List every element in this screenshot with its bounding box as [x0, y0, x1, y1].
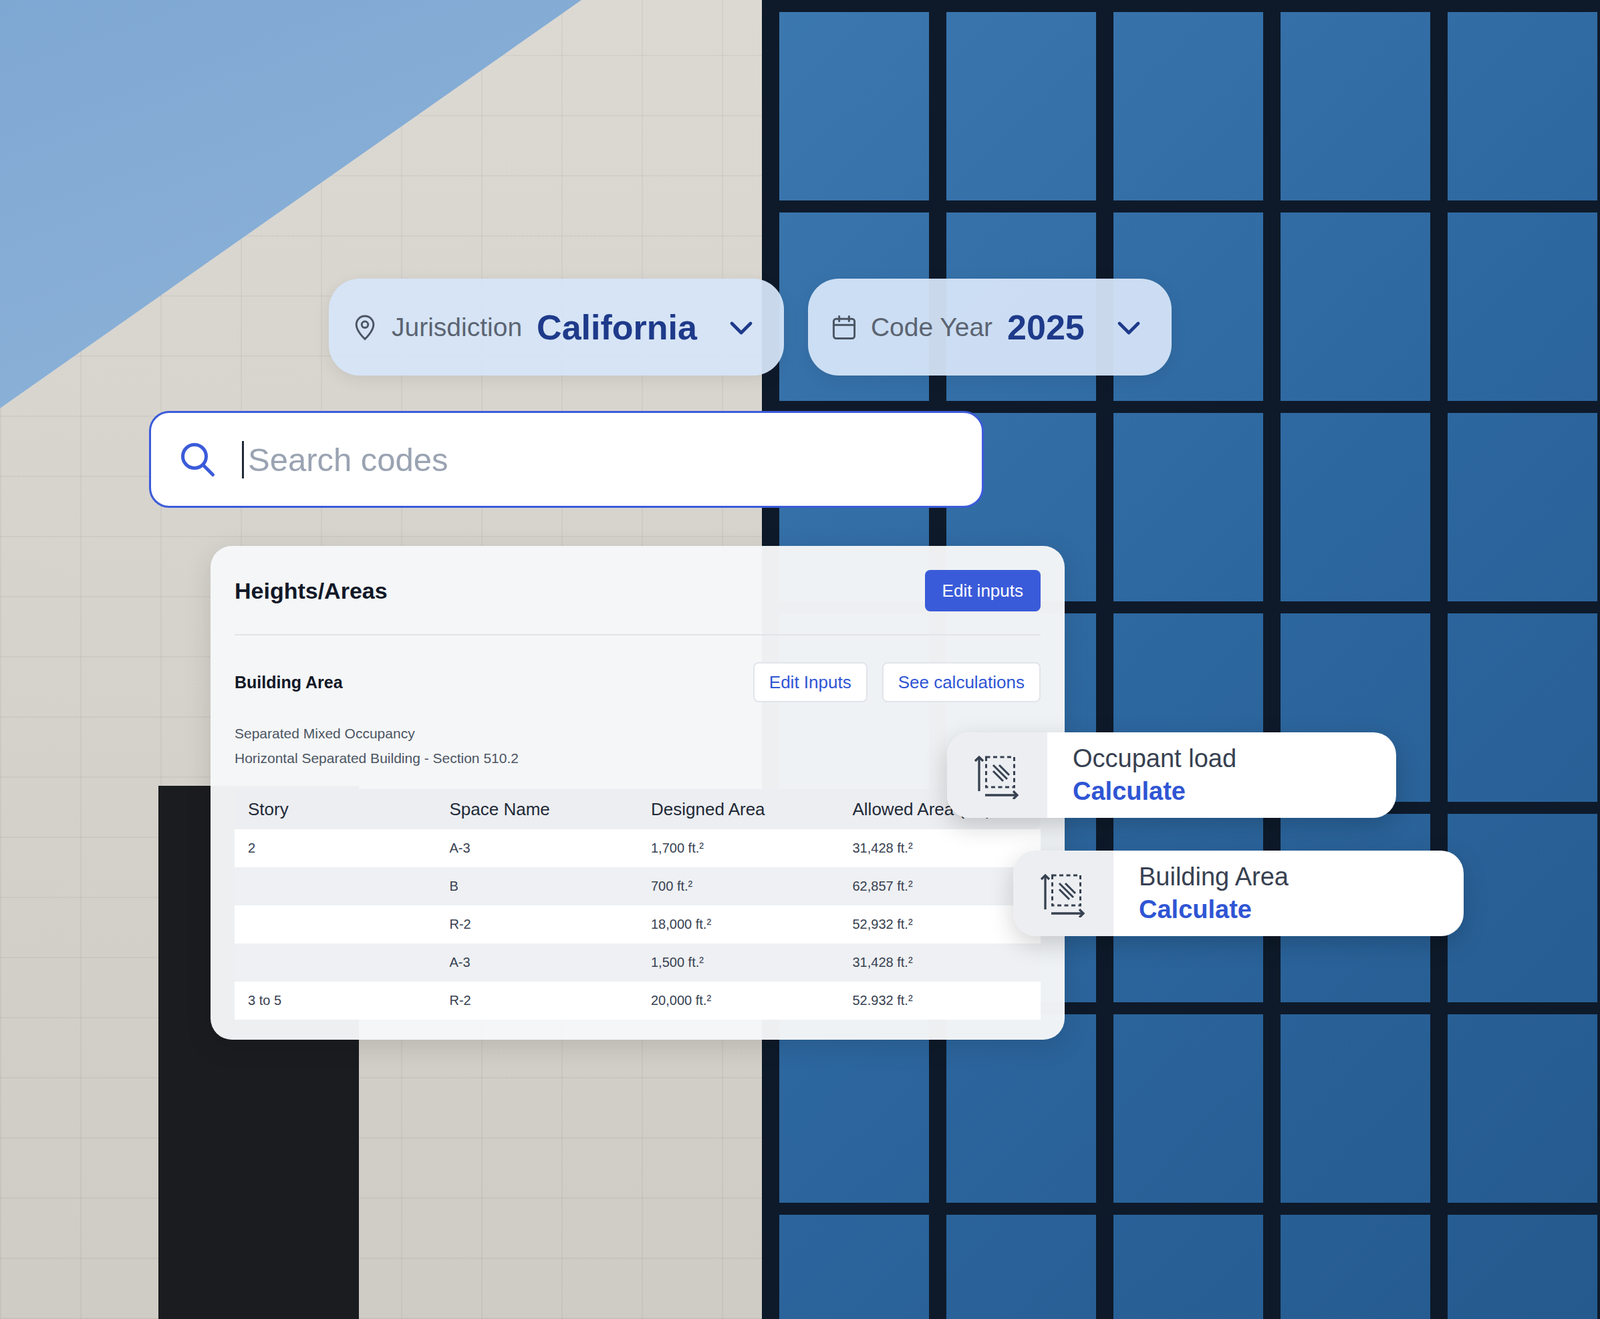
space-cell: A-3 — [436, 955, 639, 971]
section-actions: Edit Inputs See calculations — [753, 662, 1041, 703]
filter-value: 2025 — [1007, 307, 1085, 348]
designed-area-cell: 1,500 ft.² — [637, 955, 840, 971]
column-header: Space Name — [436, 799, 639, 821]
column-header: Story — [234, 799, 437, 821]
location-pin-icon — [350, 312, 380, 343]
calculator-icon-box — [1013, 850, 1114, 937]
filter-label: Code Year — [870, 312, 993, 343]
story-cell: 3 to 5 — [234, 993, 437, 1009]
designed-area-cell: 700 ft.² — [637, 878, 840, 895]
magnifier-icon — [177, 439, 218, 480]
note-line: Separated Mixed Occupancy — [234, 721, 1041, 746]
chevron-down-icon — [725, 311, 758, 344]
calculator-title: Building Area — [1138, 860, 1289, 894]
column-header: Designed Area — [637, 799, 840, 821]
space-cell: R-2 — [436, 993, 639, 1009]
section-button[interactable]: See calculations — [882, 662, 1041, 703]
calculator-text: Building AreaCalculate — [1113, 850, 1314, 937]
calculate-link[interactable]: Calculate — [1138, 893, 1289, 927]
panel-title: Heights/Areas — [234, 578, 388, 605]
allowed-area-cell: 31,428 ft.² — [839, 840, 1042, 857]
space-cell: B — [436, 878, 639, 895]
calculate-link[interactable]: Calculate — [1072, 775, 1237, 809]
section-header: Building Area Edit Inputs See calculations — [234, 662, 1041, 703]
edit-inputs-button[interactable]: Edit inputs — [924, 570, 1041, 612]
table-row: 3 to 5R-220,000 ft.²52.932 ft.² — [234, 981, 1041, 1020]
allowed-area-cell: 31,428 ft.² — [839, 955, 1042, 971]
area-measure-icon — [973, 751, 1022, 800]
calculator-icon-box — [947, 732, 1048, 819]
calculator-text: Occupant loadCalculate — [1047, 732, 1262, 819]
filter-dropdown[interactable]: Jurisdiction California — [328, 278, 784, 376]
allowed-area-cell: 52.932 ft.² — [839, 993, 1042, 1009]
table-header: StorySpace NameDesigned AreaAllowed Area… — [234, 789, 1041, 830]
allowed-area-cell: 62,857 ft.² — [839, 878, 1042, 895]
filter-label: Jurisdiction — [391, 312, 522, 343]
divider — [234, 634, 1041, 636]
page: Jurisdiction California Code Year 2025 Searc… — [0, 0, 1600, 1319]
calendar-icon — [829, 312, 859, 343]
area-measure-icon — [1039, 869, 1088, 918]
text-caret — [241, 441, 244, 479]
space-cell: R-2 — [436, 916, 639, 933]
filter-dropdown[interactable]: Code Year 2025 — [808, 278, 1172, 376]
note-line: Horizontal Separated Building - Section … — [234, 745, 1041, 771]
heights-areas-panel: Heights/Areas Edit inputs Building Area Edi… — [210, 546, 1065, 1040]
filter-value: California — [536, 307, 698, 348]
table-row: 2A-31,700 ft.²31,428 ft.² — [234, 829, 1041, 868]
allowed-area-cell: 52,932 ft.² — [839, 916, 1042, 933]
story-cell: 2 — [234, 840, 437, 857]
section-button[interactable]: Edit Inputs — [753, 662, 868, 703]
area-table: StorySpace NameDesigned AreaAllowed Area… — [234, 789, 1041, 1020]
table-row: A-31,500 ft.²31,428 ft.² — [234, 943, 1041, 982]
section-notes: Separated Mixed OccupancyHorizontal Sepa… — [234, 721, 1041, 771]
calculator-card[interactable]: Occupant loadCalculate — [947, 732, 1397, 819]
calculator-title: Occupant load — [1072, 742, 1237, 776]
designed-area-cell: 1,700 ft.² — [637, 840, 840, 857]
panel-header: Heights/Areas Edit inputs — [234, 570, 1041, 612]
search-placeholder: Search codes — [247, 441, 449, 479]
designed-area-cell: 18,000 ft.² — [637, 916, 840, 933]
section-title: Building Area — [234, 673, 343, 693]
table-row: R-218,000 ft.²52,932 ft.² — [234, 905, 1041, 944]
designed-area-cell: 20,000 ft.² — [637, 993, 840, 1009]
chevron-down-icon — [1112, 311, 1145, 344]
search-field[interactable]: Search codes — [149, 411, 984, 508]
calculator-card[interactable]: Building AreaCalculate — [1013, 850, 1464, 937]
table-row: B700 ft.²62,857 ft.² — [234, 867, 1041, 906]
filter-bar: Jurisdiction California Code Year 2025 — [328, 278, 1172, 376]
space-cell: A-3 — [436, 840, 639, 857]
